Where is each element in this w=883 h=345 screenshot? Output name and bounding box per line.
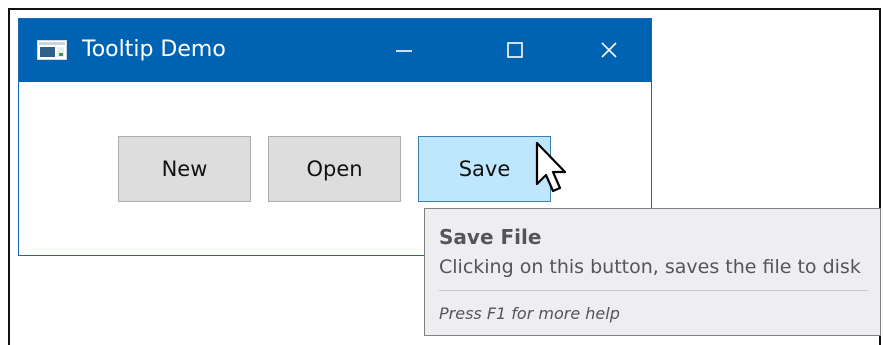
tooltip-title: Save File [439, 225, 542, 249]
new-button[interactable]: New [118, 136, 251, 202]
maximize-button[interactable] [485, 19, 545, 82]
tooltip-separator [439, 290, 868, 291]
window-app-icon [37, 40, 67, 60]
minimize-button[interactable] [374, 19, 434, 82]
window-title: Tooltip Demo [82, 37, 226, 62]
open-button[interactable]: Open [268, 136, 401, 202]
close-button[interactable] [579, 19, 639, 82]
title-bar[interactable]: Tooltip Demo [19, 19, 651, 82]
tooltip-help-text: Press F1 for more help [439, 304, 620, 323]
tooltip-body: Clicking on this button, saves the file … [439, 256, 861, 278]
save-file-tooltip: Save File Clicking on this button, saves… [424, 208, 881, 336]
mouse-pointer-icon [533, 140, 573, 198]
save-button[interactable]: Save [418, 136, 551, 202]
